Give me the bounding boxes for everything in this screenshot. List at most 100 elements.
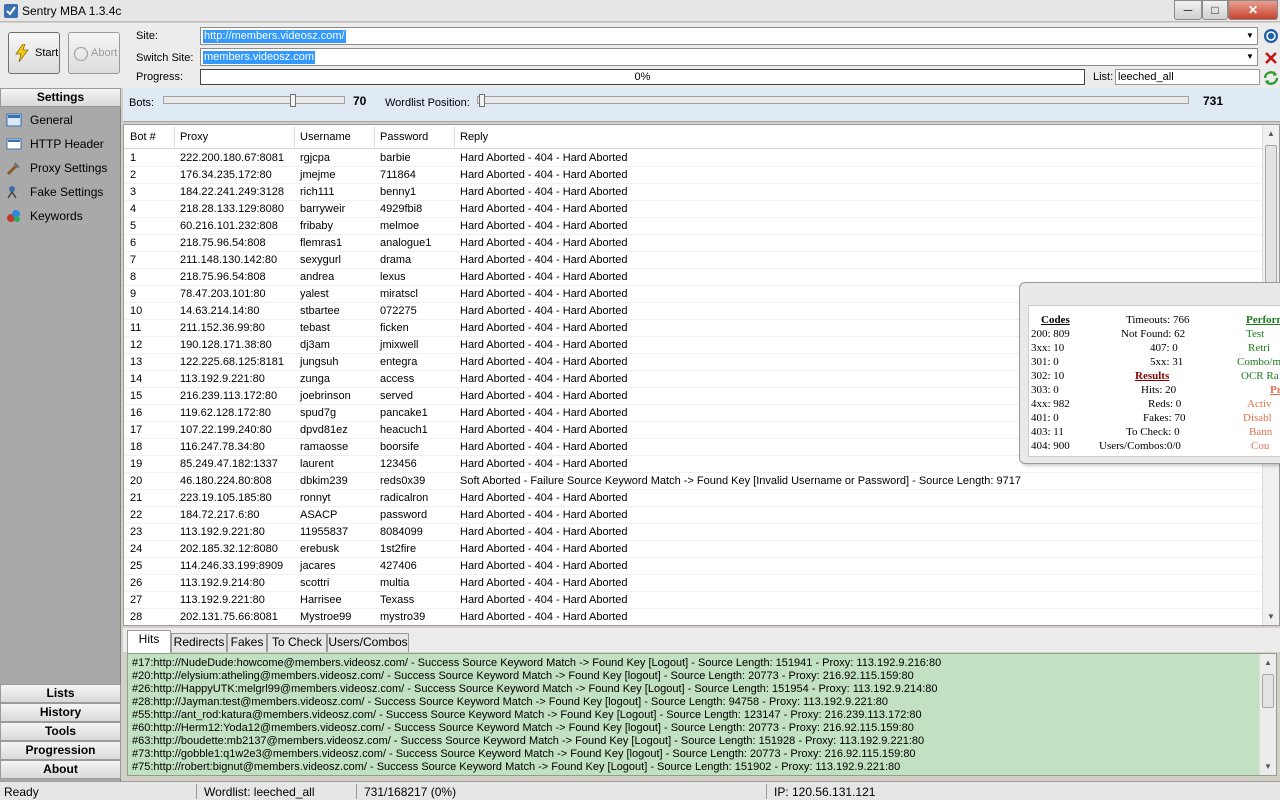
maximize-button[interactable]: □ <box>1202 0 1228 20</box>
table-cell: erebusk <box>300 543 340 555</box>
scroll-up-icon[interactable]: ▲ <box>1260 654 1276 671</box>
table-cell: laurent <box>300 458 334 470</box>
sidebar-item-general[interactable]: General <box>0 109 121 131</box>
close-button[interactable]: ✕ <box>1228 0 1278 20</box>
table-cell: served <box>380 390 414 402</box>
table-cell: 2 <box>130 169 137 181</box>
list-item[interactable]: #28:http://Jayman:test@members.videosz.c… <box>132 696 888 708</box>
wordlist-position-slider[interactable] <box>477 94 1189 107</box>
table-row[interactable]: 28 202.131.75.66:8081 Mystroe99 mystro39 Har… <box>124 609 1263 625</box>
settings-header[interactable]: Settings <box>0 88 121 107</box>
window-title: Sentry MBA 1.3.4c <box>22 4 122 18</box>
table-row[interactable]: 2 176.34.235.172:80 jmejme 711864 Hard Abort… <box>124 167 1263 184</box>
stats-content: Codes Perform Timeouts: 766 Not Found: 6… <box>1028 305 1280 457</box>
table-cell: barryweir <box>300 203 346 215</box>
list-item[interactable]: #55:http://ant_rod:katura@members.videos… <box>132 709 922 721</box>
stat-value: Hits: 20 <box>1141 384 1177 396</box>
scroll-thumb[interactable] <box>1262 674 1274 708</box>
start-button[interactable]: Start <box>8 32 60 74</box>
table-row[interactable]: 27 113.192.9.221:80 Harrisee Texass Hard Abo… <box>124 592 1263 609</box>
table-row[interactable]: 20 46.180.224.80:808 dbkim239 reds0x39 Soft … <box>124 473 1263 490</box>
abort-button[interactable]: Abort <box>68 32 120 74</box>
table-cell: 19 <box>130 458 143 470</box>
table-row[interactable]: 1 222.200.180.67:8081 rgjcpa barbie Hard Abo… <box>124 150 1263 167</box>
table-cell: 3 <box>130 186 137 198</box>
table-cell: 1st2fire <box>380 543 417 555</box>
sidebar-history[interactable]: History <box>0 703 121 722</box>
column-separator[interactable] <box>454 127 455 147</box>
sidebar-item-label: General <box>30 113 73 127</box>
scroll-down-icon[interactable]: ▼ <box>1263 608 1279 625</box>
chevron-down-icon[interactable]: ▼ <box>1245 50 1255 64</box>
sidebar-item-http-header[interactable]: HTTP Header <box>0 133 121 155</box>
table-cell: 4 <box>130 203 137 215</box>
globe-go-icon[interactable] <box>1263 28 1279 44</box>
table-row[interactable]: 22 184.72.217.6:80 ASACP password Hard Abort… <box>124 507 1263 524</box>
column-header[interactable]: Bot # <box>130 131 156 143</box>
minimize-button[interactable]: ─ <box>1174 0 1202 20</box>
sidebar-item-keywords[interactable]: Keywords <box>0 205 121 227</box>
table-cell: heacuch1 <box>380 424 428 436</box>
sidebar-item-proxy-settings[interactable]: Proxy Settings <box>0 157 121 179</box>
bots-slider-thumb[interactable] <box>290 94 296 107</box>
tab-users-combos[interactable]: Users/Combos <box>327 633 409 652</box>
list-item[interactable]: #26:http://HappyUTK:melgrl99@members.vid… <box>132 683 938 695</box>
table-cell: 11955837 <box>300 526 349 538</box>
table-row[interactable]: 4 218.28.133.129:8080 barryweir 4929fbi8 Har… <box>124 201 1263 218</box>
table-cell: access <box>380 373 415 385</box>
list-field[interactable]: leeched_all <box>1115 69 1260 85</box>
tab-hits[interactable]: Hits <box>127 630 171 653</box>
table-row[interactable]: 5 60.216.101.232:808 fribaby melmoe Hard Abo… <box>124 218 1263 235</box>
tab-to-check[interactable]: To Check <box>267 633 327 652</box>
sidebar-progression[interactable]: Progression <box>0 741 121 760</box>
column-separator[interactable] <box>174 127 175 147</box>
column-separator[interactable] <box>374 127 375 147</box>
table-cell: boorsife <box>380 441 420 453</box>
bots-slider[interactable] <box>163 94 345 107</box>
table-cell: 14.63.214.14:80 <box>180 305 260 317</box>
table-row[interactable]: 23 113.192.9.221:80 11955837 8084099 Hard Ab… <box>124 524 1263 541</box>
hits-scrollbar[interactable]: ▲ ▼ <box>1259 654 1276 775</box>
list-item[interactable]: #75:http://robert:bignut@members.videosz… <box>132 761 900 773</box>
column-header[interactable]: Password <box>380 131 428 143</box>
refresh-icon[interactable] <box>1263 70 1279 86</box>
list-item[interactable]: #20:http://elysium:atheling@members.vide… <box>132 670 914 682</box>
table-row[interactable]: 21 223.19.105.185:80 ronnyt radicalron Hard … <box>124 490 1263 507</box>
table-cell: 22 <box>130 509 143 521</box>
column-separator[interactable] <box>294 127 295 147</box>
list-item[interactable]: #17:http://NudeDude:howcome@members.vide… <box>132 657 941 669</box>
stat-value: Bann <box>1249 426 1273 438</box>
sidebar-about[interactable]: About <box>0 760 121 779</box>
table-row[interactable]: 7 211.148.130.142:80 sexygurl drama Hard Abo… <box>124 252 1263 269</box>
tab-redirects[interactable]: Redirects <box>171 633 227 652</box>
sidebar-lists[interactable]: Lists <box>0 684 121 703</box>
delete-icon[interactable] <box>1263 50 1279 66</box>
sidebar-tools[interactable]: Tools <box>0 722 121 741</box>
column-header[interactable]: Username <box>300 131 351 143</box>
chevron-down-icon[interactable]: ▼ <box>1245 29 1255 43</box>
switch-site-combo[interactable]: members.videosz.com ▼ <box>200 48 1258 66</box>
table-row[interactable]: 24 202.185.32.12:8080 erebusk 1st2fire Hard … <box>124 541 1263 558</box>
column-header[interactable]: Proxy <box>180 131 208 143</box>
sidebar-item-fake-settings[interactable]: Fake Settings <box>0 181 121 203</box>
list-item[interactable]: #73:http://gobble1:q1w2e3@members.videos… <box>132 748 916 760</box>
scroll-down-icon[interactable]: ▼ <box>1260 758 1276 775</box>
site-combo[interactable]: http://members.videosz.com/ ▼ <box>200 27 1258 45</box>
table-cell: sexygurl <box>300 254 341 266</box>
table-row[interactable]: 3 184.22.241.249:3128 rich111 benny1 Hard Ab… <box>124 184 1263 201</box>
list-item[interactable]: #63:http://boudette:mb2137@members.video… <box>132 735 924 747</box>
tab-fakes[interactable]: Fakes <box>227 633 267 652</box>
list-item[interactable]: #60:http://Herm12:Yoda12@members.videosz… <box>132 722 914 734</box>
table-cell: Hard Aborted - 404 - Hard Aborted <box>460 509 628 521</box>
bots-bar: Bots: 70 Wordlist Position: 731 <box>123 88 1280 122</box>
column-header[interactable]: Reply <box>460 131 488 143</box>
table-cell: entegra <box>380 356 418 368</box>
table-row[interactable]: 26 113.192.9.214:80 scottri multia Hard Abor… <box>124 575 1263 592</box>
table-cell: 202.185.32.12:8080 <box>180 543 278 555</box>
stat-value: To Check: 0 <box>1126 426 1180 438</box>
scroll-up-icon[interactable]: ▲ <box>1263 125 1279 142</box>
table-cell: 9 <box>130 288 137 300</box>
table-row[interactable]: 25 114.246.33.199:8909 jacares 427406 Hard A… <box>124 558 1263 575</box>
wordlist-slider-thumb[interactable] <box>479 94 485 107</box>
table-row[interactable]: 6 218.75.96.54:808 flemras1 analogue1 Hard A… <box>124 235 1263 252</box>
